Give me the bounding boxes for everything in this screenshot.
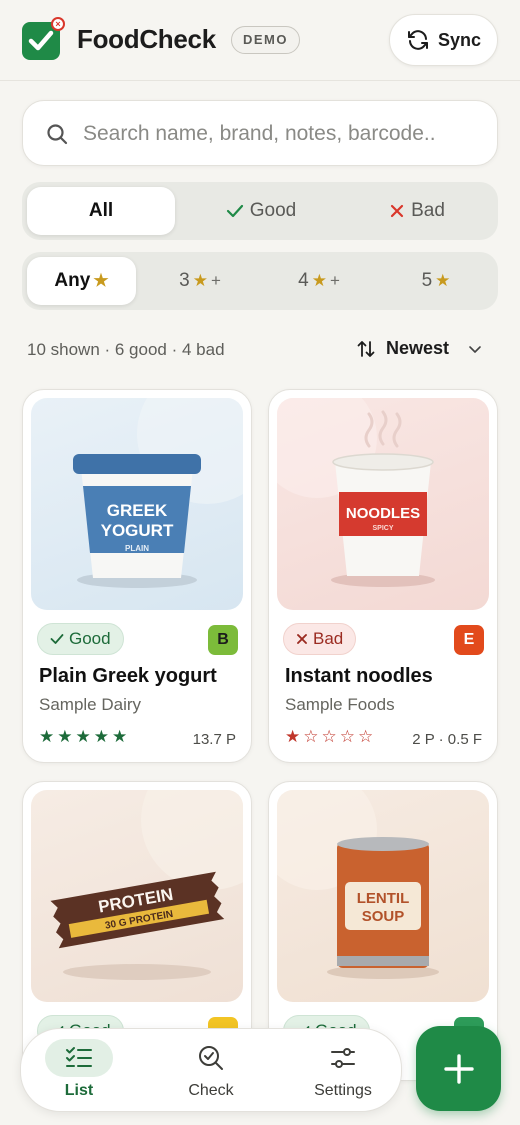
- rating-filter: Any ★ 3 ★ + 4 ★ + 5 ★: [22, 252, 498, 310]
- app-header: × FoodCheck DEMO Sync: [0, 0, 520, 81]
- sort-icon: [357, 340, 375, 357]
- nutri-grade-badge: E: [454, 625, 484, 655]
- product-label-line: YOGURT: [101, 521, 174, 540]
- verdict-badge: Good: [37, 623, 124, 655]
- nutrition-meta: 2 P · 0.5 F: [412, 731, 482, 748]
- nav-check-label: Check: [188, 1082, 234, 1099]
- product-label-line: SOUP: [362, 908, 405, 925]
- search-check-icon: [177, 1039, 245, 1077]
- nav-settings-label: Settings: [314, 1082, 372, 1099]
- product-image: LENTIL SOUP: [277, 790, 489, 1002]
- product-brand: Sample Dairy: [39, 695, 142, 714]
- verdict-label: Good: [69, 629, 111, 648]
- filter-bad[interactable]: Bad: [342, 187, 492, 235]
- product-label-line: SPICY: [372, 525, 393, 532]
- nutri-grade-badge: B: [208, 625, 238, 655]
- product-name: Plain Greek yogurt: [39, 665, 217, 687]
- star-icon: ★: [311, 271, 327, 290]
- product-image: PROTEIN 30 G PROTEIN: [31, 790, 243, 1002]
- sync-button[interactable]: Sync: [389, 14, 498, 66]
- verdict-label: Bad: [313, 629, 344, 648]
- rating-3-label: 3: [179, 270, 190, 291]
- sync-label: Sync: [437, 29, 482, 50]
- rating-stars: ★★★★★: [39, 727, 131, 746]
- star-icon: ★: [93, 271, 109, 290]
- product-label-line: GREEK: [107, 501, 168, 520]
- search-bar: [22, 100, 498, 166]
- filter-all-label: All: [88, 200, 114, 221]
- x-icon: [297, 634, 307, 644]
- sync-icon: [407, 30, 428, 50]
- check-icon: [226, 204, 243, 218]
- filter-good[interactable]: Good: [187, 187, 335, 235]
- filter-all[interactable]: All: [27, 187, 175, 235]
- sort-dropdown[interactable]: Newest: [356, 338, 483, 359]
- demo-badge: DEMO: [231, 26, 300, 54]
- rating-3-suffix: +: [210, 271, 221, 290]
- nav-list-label: List: [64, 1082, 94, 1099]
- product-image: NOODLES SPICY: [277, 398, 489, 610]
- rating-any-label: Any: [54, 270, 91, 291]
- product-label-line: NOODLES: [346, 505, 420, 522]
- product-label-line: LENTIL: [357, 890, 410, 907]
- results-summary: 10 shown · 6 good · 4 bad: [27, 340, 225, 359]
- nav-settings[interactable]: Settings: [285, 1039, 401, 1103]
- search-icon: [47, 124, 68, 145]
- rating-3-plus[interactable]: 3 ★ +: [144, 257, 256, 305]
- checklist-icon: [45, 1039, 113, 1077]
- add-item-button[interactable]: [416, 1026, 501, 1111]
- nutrition-meta: 13.7 P: [192, 731, 236, 748]
- sliders-icon: [309, 1039, 377, 1077]
- plus-icon: [443, 1053, 474, 1084]
- food-card[interactable]: GREEK YOGURT PLAIN Good B Plain Greek yo…: [22, 389, 252, 763]
- sort-label: Newest: [386, 338, 450, 358]
- chevron-down-icon: [469, 345, 481, 353]
- search-input[interactable]: [83, 115, 483, 153]
- app-name: FoodCheck: [77, 24, 216, 54]
- product-image: GREEK YOGURT PLAIN: [31, 398, 243, 610]
- rating-5-label: 5: [421, 270, 433, 291]
- product-name: Instant noodles: [285, 665, 433, 687]
- rating-stars: ★☆☆☆☆: [285, 727, 377, 746]
- app-logo-icon: ×: [22, 17, 65, 60]
- bottom-nav: List Check Settings: [20, 1028, 402, 1112]
- food-card[interactable]: NOODLES SPICY Bad E Instant noodles Samp…: [268, 389, 498, 763]
- logo-x-icon: ×: [51, 17, 65, 31]
- star-icon: ★: [435, 271, 451, 290]
- rating-4-label: 4: [298, 270, 309, 291]
- filter-bad-label: Bad: [411, 200, 445, 221]
- product-label-line: PLAIN: [125, 544, 149, 553]
- rating-4-suffix: +: [329, 271, 340, 290]
- rating-any[interactable]: Any ★: [27, 257, 136, 305]
- star-icon: ★: [192, 271, 208, 290]
- rating-5[interactable]: 5 ★: [380, 257, 492, 305]
- nav-check[interactable]: Check: [153, 1039, 269, 1103]
- verdict-filter: All Good Bad: [22, 182, 498, 240]
- nav-list[interactable]: List: [21, 1039, 137, 1103]
- x-icon: [390, 204, 404, 218]
- product-brand: Sample Foods: [285, 695, 395, 714]
- filter-good-label: Good: [249, 200, 297, 221]
- verdict-badge: Bad: [283, 623, 357, 655]
- rating-4-plus[interactable]: 4 ★ +: [263, 257, 375, 305]
- check-icon: [50, 634, 64, 644]
